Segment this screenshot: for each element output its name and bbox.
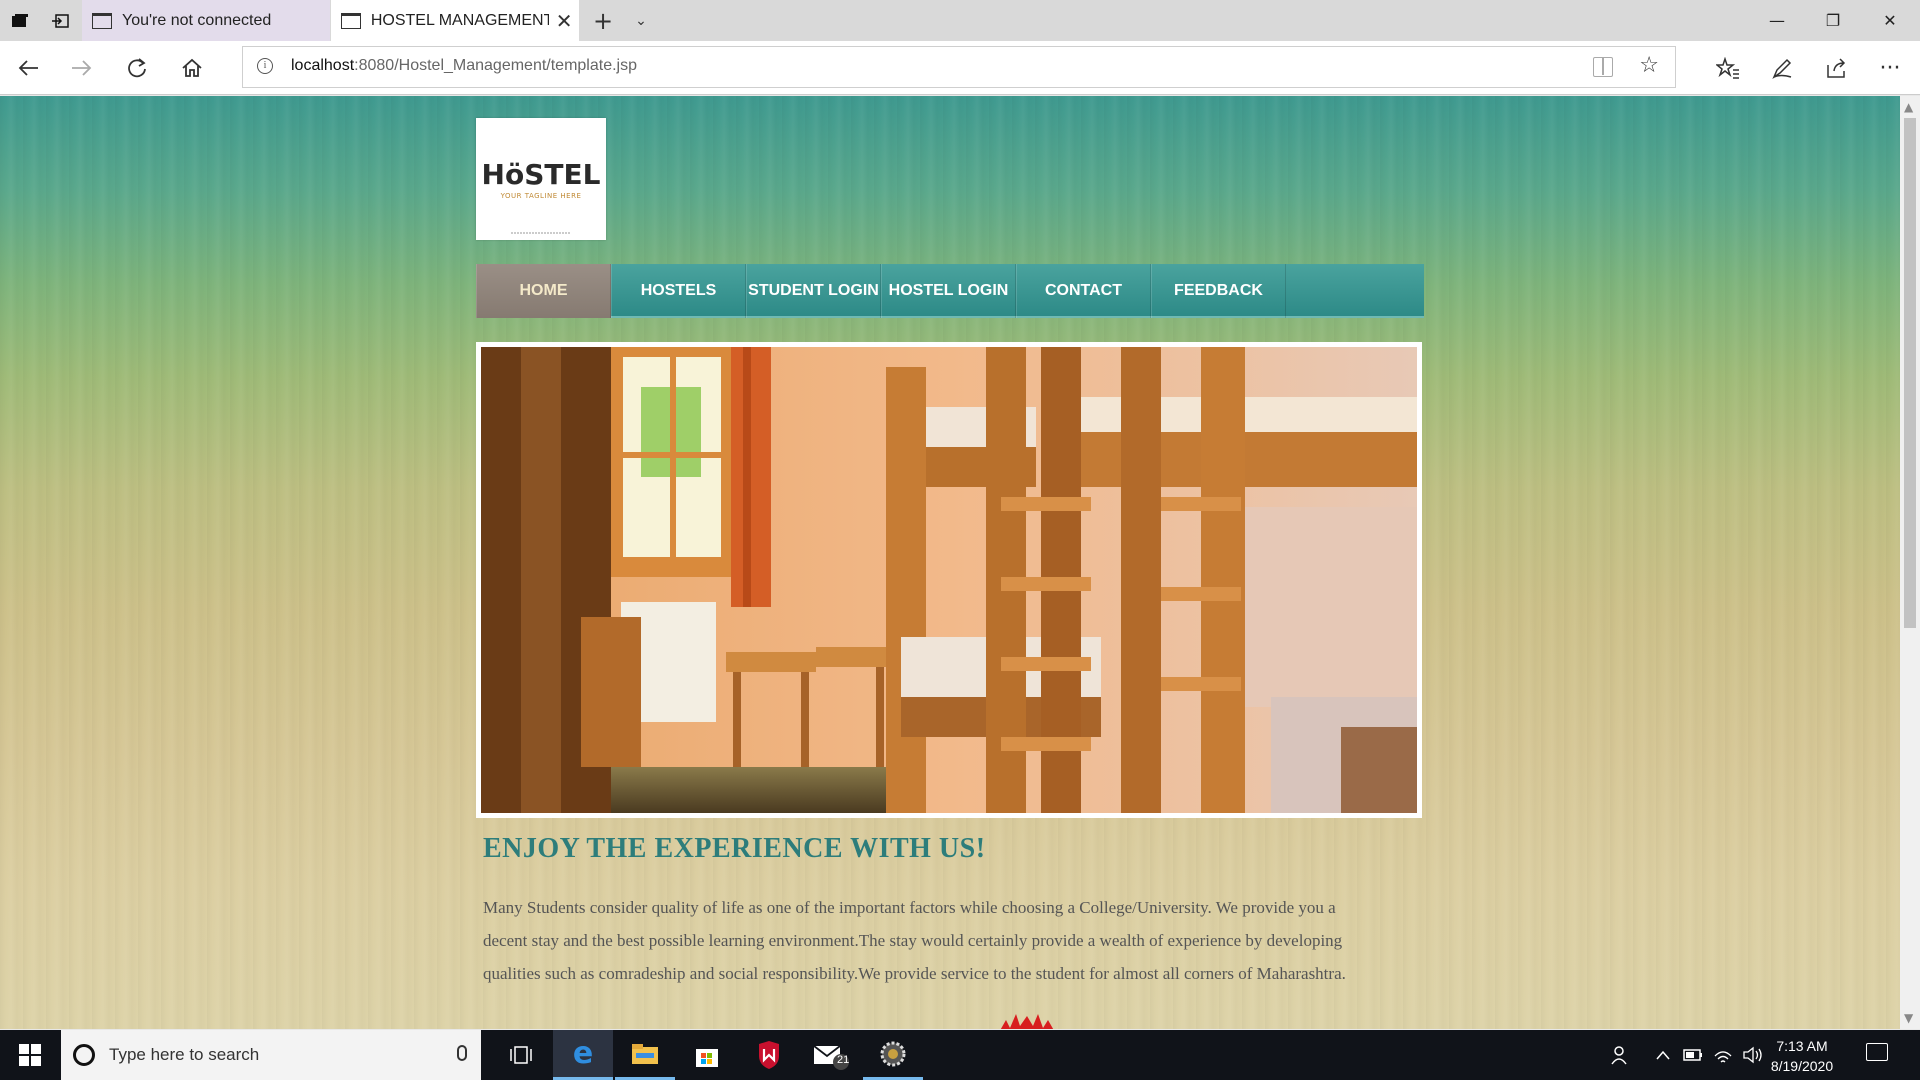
show-hidden-icons-chevron-icon[interactable] <box>1651 1030 1675 1080</box>
microsoft-store-icon[interactable] <box>677 1030 737 1080</box>
scroll-down-icon[interactable]: ▼ <box>1904 1011 1913 1025</box>
home-icon[interactable] <box>172 49 212 87</box>
close-window-button[interactable]: ✕ <box>1862 0 1918 41</box>
search-placeholder: Type here to search <box>109 1045 260 1064</box>
page-viewport: HöSTEL YOUR TAGLINE HERE HOME HOSTELS ST… <box>0 96 1900 1029</box>
url-text[interactable]: localhost:8080/Hostel_Management/templat… <box>291 57 637 75</box>
page-icon <box>92 12 112 29</box>
app-gear-icon[interactable] <box>863 1030 923 1080</box>
browser-tab-strip: You're not connected HOSTEL MANAGEMENT ✕… <box>0 0 1920 41</box>
refresh-icon[interactable] <box>117 49 157 87</box>
tab-label: HOSTEL MANAGEMENT <box>370 11 550 29</box>
tab-hostel-management[interactable]: HOSTEL MANAGEMENT ✕ <box>331 0 579 41</box>
action-center-icon[interactable] <box>1866 1043 1888 1061</box>
back-icon[interactable] <box>8 49 48 87</box>
scrollbar-thumb[interactable] <box>1904 118 1916 628</box>
tab-not-connected[interactable]: You're not connected <box>82 0 330 41</box>
hostel-logo[interactable]: HöSTEL YOUR TAGLINE HERE <box>476 118 606 240</box>
main-menu: HOME HOSTELS STUDENT LOGIN HOSTEL LOGIN … <box>476 264 1424 318</box>
share-icon[interactable] <box>1816 49 1856 87</box>
menu-item-student-login[interactable]: STUDENT LOGIN <box>746 264 881 318</box>
tab-list-chevron-icon[interactable]: ⌄ <box>626 0 656 41</box>
forward-icon[interactable] <box>62 49 102 87</box>
clock-date: 8/19/2020 <box>1770 1058 1834 1074</box>
taskbar-search[interactable]: Type here to search <box>61 1030 481 1080</box>
red-burst-icon <box>998 1014 1056 1029</box>
menu-item-hostels[interactable]: HOSTELS <box>611 264 746 318</box>
mcafee-icon[interactable] <box>739 1030 799 1080</box>
scroll-up-icon[interactable]: ▲ <box>1904 100 1913 114</box>
browser-nav-bar: i localhost:8080/Hostel_Management/templ… <box>0 41 1920 95</box>
menu-item-home[interactable]: HOME <box>476 264 611 318</box>
clock-time: 7:13 AM <box>1776 1038 1828 1054</box>
more-icon[interactable]: ··· <box>1870 49 1910 87</box>
taskbar-clock[interactable]: 7:13 AM 8/19/2020 <box>1762 1036 1842 1076</box>
reading-view-icon[interactable] <box>1593 57 1613 77</box>
close-tab-icon[interactable]: ✕ <box>549 9 579 33</box>
cortana-icon <box>73 1044 95 1066</box>
tab-actions-icon[interactable] <box>0 0 40 41</box>
hero-image-hostel-room <box>476 342 1422 818</box>
mail-badge: 21 <box>837 1054 850 1066</box>
page-scrollbar[interactable]: ▲ ▼ <box>1900 96 1920 1029</box>
favorite-star-icon[interactable]: ☆ <box>1639 53 1659 78</box>
windows-taskbar: Type here to search e 21 7:13 AM 8/19/20… <box>0 1030 1920 1080</box>
windows-logo-icon <box>19 1044 41 1066</box>
new-tab-button[interactable]: + <box>588 0 618 41</box>
minimize-button[interactable]: — <box>1749 0 1805 41</box>
page-icon <box>341 12 361 29</box>
logo-tagline: YOUR TAGLINE HERE <box>500 192 582 200</box>
notes-icon[interactable] <box>1762 49 1802 87</box>
menu-item-hostel-login[interactable]: HOSTEL LOGIN <box>881 264 1016 318</box>
task-view-icon[interactable] <box>491 1030 551 1080</box>
microphone-icon[interactable] <box>457 1045 467 1061</box>
mail-icon[interactable]: 21 <box>801 1030 861 1080</box>
logo-footer-rule <box>511 232 571 236</box>
logo-word: HöSTEL <box>481 158 601 191</box>
site-info-icon[interactable]: i <box>257 58 273 74</box>
wifi-icon[interactable] <box>1711 1030 1735 1080</box>
page-heading: ENJOY THE EXPERIENCE WITH US! <box>483 833 986 864</box>
restore-button[interactable]: ❐ <box>1805 0 1861 41</box>
tab-label: You're not connected <box>122 11 272 29</box>
intro-paragraph: Many Students consider quality of life a… <box>483 898 1346 983</box>
menu-item-contact[interactable]: CONTACT <box>1016 264 1151 318</box>
set-tabs-aside-icon[interactable] <box>40 0 80 41</box>
edge-browser-icon[interactable]: e <box>553 1030 613 1080</box>
start-button[interactable] <box>0 1030 60 1080</box>
battery-icon[interactable] <box>1681 1030 1705 1080</box>
people-icon[interactable] <box>1606 1030 1636 1080</box>
file-explorer-icon[interactable] <box>615 1030 675 1080</box>
favorites-icon[interactable] <box>1708 49 1748 87</box>
menu-item-feedback[interactable]: FEEDBACK <box>1151 264 1286 318</box>
address-bar[interactable]: i localhost:8080/Hostel_Management/templ… <box>242 46 1676 88</box>
